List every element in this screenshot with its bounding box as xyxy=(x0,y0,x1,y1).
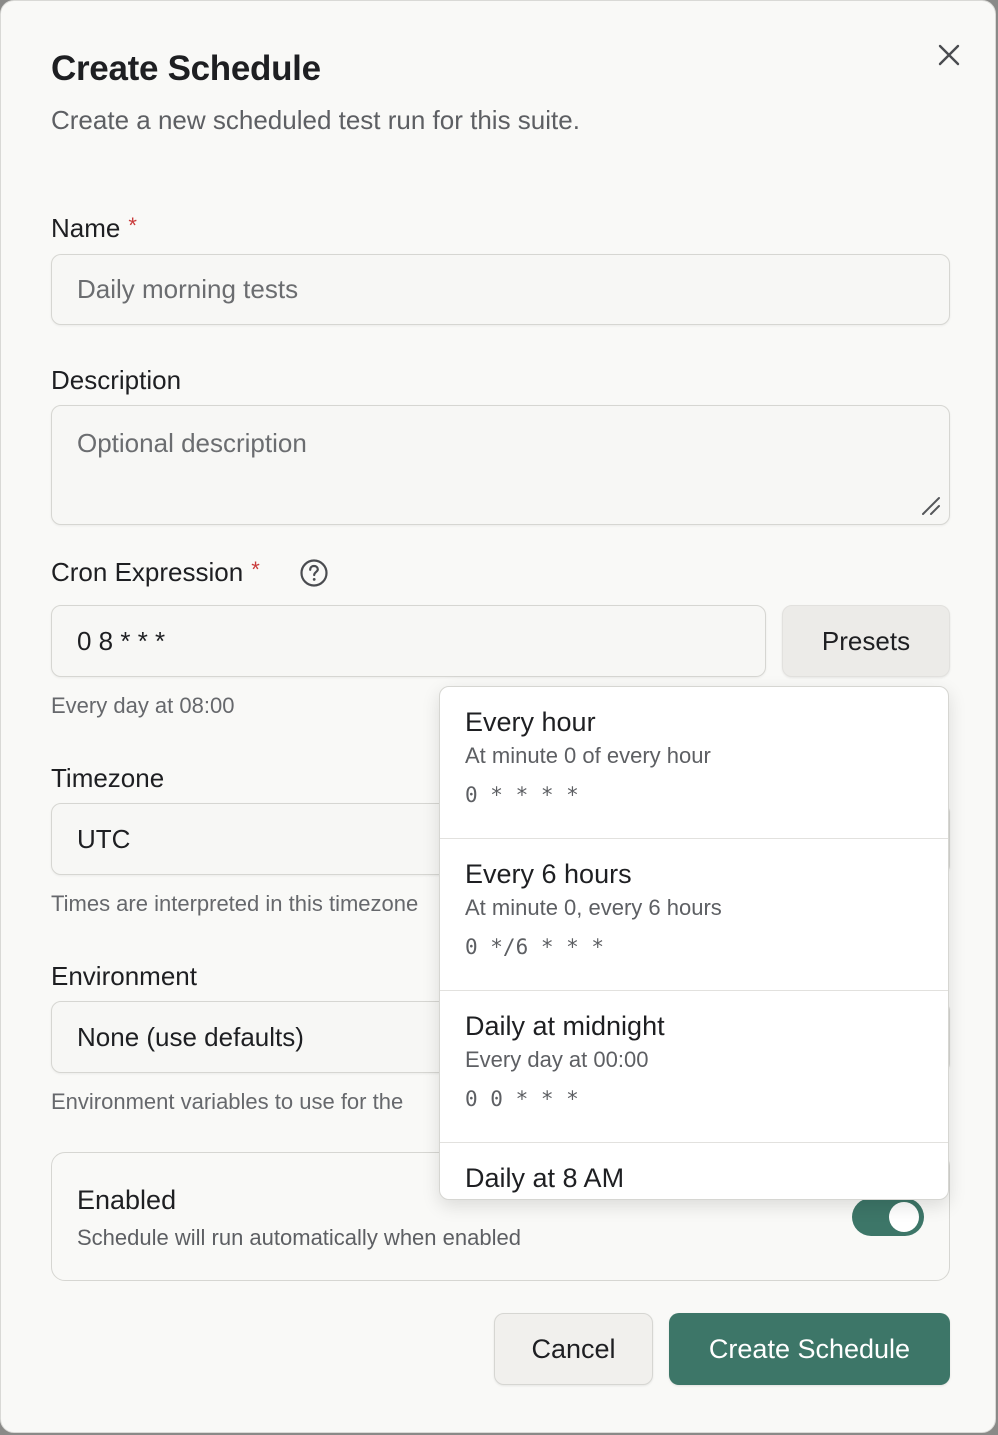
enabled-title: Enabled xyxy=(77,1185,177,1215)
name-label-text: Name xyxy=(51,213,121,243)
name-placeholder: Daily morning tests xyxy=(77,274,299,304)
preset-name: Every hour xyxy=(465,707,596,737)
resize-handle-icon[interactable] xyxy=(921,496,941,516)
presets-button[interactable]: Presets xyxy=(782,605,950,677)
preset-name: Every 6 hours xyxy=(465,859,632,889)
cron-label-text: Cron Expression xyxy=(51,557,244,587)
description-label: Description xyxy=(51,365,182,395)
create-schedule-button[interactable]: Create Schedule xyxy=(669,1313,950,1385)
dialog-subtitle: Create a new scheduled test run for this… xyxy=(51,105,580,135)
name-input[interactable]: Daily morning tests xyxy=(51,254,950,325)
preset-description: At minute 0 of every hour xyxy=(465,743,711,768)
environment-value: None (use defaults) xyxy=(77,1021,304,1052)
preset-item[interactable]: Every 6 hours At minute 0, every 6 hours… xyxy=(440,839,948,991)
preset-description: At minute 0, every 6 hours xyxy=(465,895,722,920)
enabled-description: Schedule will run automatically when ena… xyxy=(77,1225,521,1250)
cron-input[interactable]: 0 8 * * * xyxy=(51,605,766,677)
preset-description: Every day at 00:00 xyxy=(465,1047,649,1072)
description-placeholder: Optional description xyxy=(77,428,307,458)
environment-label: Environment xyxy=(51,961,197,991)
toggle-knob xyxy=(889,1202,919,1232)
help-icon[interactable] xyxy=(299,558,329,588)
preset-item[interactable]: Daily at 8 AM xyxy=(440,1143,948,1199)
preset-cron: 0 0 * * * xyxy=(465,1087,579,1111)
timezone-hint: Times are interpreted in this timezone xyxy=(51,891,419,916)
preset-cron: 0 */6 * * * xyxy=(465,935,605,959)
close-button[interactable] xyxy=(929,35,969,75)
create-schedule-dialog: Create Schedule Create a new scheduled t… xyxy=(0,0,996,1433)
timezone-label: Timezone xyxy=(51,763,165,793)
preset-cron: 0 * * * * xyxy=(465,783,579,807)
enabled-toggle[interactable] xyxy=(852,1198,924,1236)
cron-value: 0 8 * * * xyxy=(77,625,166,656)
required-marker: * xyxy=(128,213,137,238)
cancel-button[interactable]: Cancel xyxy=(494,1313,653,1385)
dialog-title: Create Schedule xyxy=(51,49,321,88)
environment-hint: Environment variables to use for the xyxy=(51,1089,404,1114)
timezone-value: UTC xyxy=(77,823,131,854)
cron-label: Cron Expression * xyxy=(51,557,260,588)
description-textarea[interactable]: Optional description xyxy=(51,405,950,525)
presets-dropdown: Every hour At minute 0 of every hour 0 *… xyxy=(439,686,949,1200)
preset-item[interactable]: Daily at midnight Every day at 00:00 0 0… xyxy=(440,991,948,1143)
name-label: Name * xyxy=(51,213,137,244)
preset-name: Daily at midnight xyxy=(465,1011,665,1041)
cron-hint: Every day at 08:00 xyxy=(51,693,235,718)
required-marker: * xyxy=(251,557,260,582)
preset-item[interactable]: Every hour At minute 0 of every hour 0 *… xyxy=(440,687,948,839)
preset-name: Daily at 8 AM xyxy=(465,1163,625,1193)
close-icon xyxy=(938,44,960,66)
